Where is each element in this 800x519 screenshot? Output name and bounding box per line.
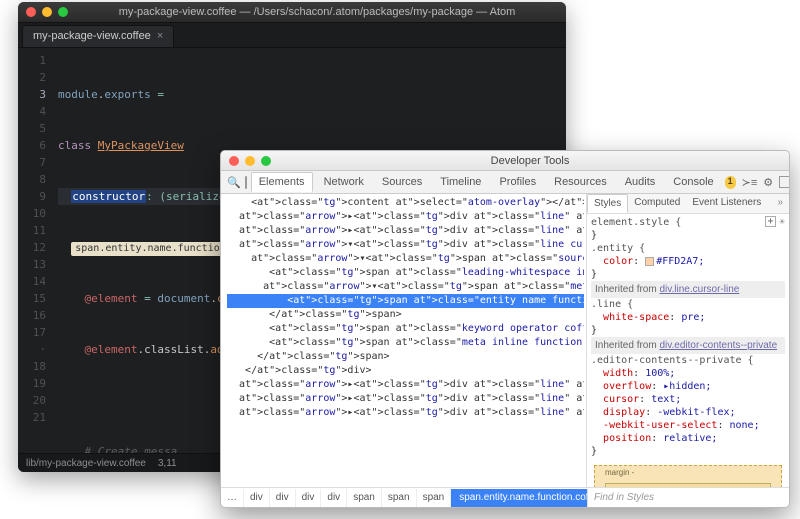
keyword-class: class (58, 139, 98, 152)
dom-tree-line[interactable]: at">class="arrow">▸<at">class="tg">div a… (227, 392, 584, 406)
dom-tree-line[interactable]: <at">class="tg">content at">select="atom… (227, 196, 584, 210)
dom-tree-line[interactable]: at">class="arrow">▸<at">class="tg">div a… (227, 406, 584, 420)
atom-tab-file[interactable]: my-package-view.coffee × (22, 25, 174, 47)
breadcrumb-item[interactable]: div (296, 489, 322, 507)
color-swatch[interactable] (645, 257, 654, 266)
dom-tree-line[interactable]: </at">class="tg">span> (227, 350, 584, 364)
window-close-button[interactable] (229, 156, 239, 166)
dom-tree-line[interactable]: <at">class="tg">span at">class="keyword … (227, 322, 584, 336)
dom-tree-line[interactable]: <at">class="tg">span at">class="leading-… (227, 266, 584, 280)
devtools-footer: …divdivdivdivspanspanspanspan.entity.nam… (221, 487, 789, 507)
window-minimize-button[interactable] (42, 7, 52, 17)
dom-tree-line[interactable]: at">class="arrow">▾<at">class="tg">span … (227, 252, 584, 266)
breadcrumb-item[interactable]: div (270, 489, 296, 507)
window-zoom-button[interactable] (58, 7, 68, 17)
element-breadcrumbs: …divdivdivdivspanspanspanspan.entity.nam… (221, 489, 587, 507)
breadcrumb-item[interactable]: span (382, 489, 417, 507)
close-icon[interactable]: × (157, 30, 163, 42)
dom-tree-line[interactable]: <at">class="tg">span at">class="meta inl… (227, 336, 584, 350)
settings-gear-icon[interactable]: ⚙ (763, 176, 773, 189)
box-model-diagram: margin - border - padding - auto × auto (591, 462, 785, 487)
warning-count-badge[interactable]: 1 (725, 176, 736, 189)
tab-timeline[interactable]: Timeline (433, 173, 488, 191)
dom-tree-line[interactable]: at">class="arrow">▸<at">class="tg">div a… (227, 224, 584, 238)
atom-tab-bar: my-package-view.coffee × (18, 23, 566, 48)
tab-sources[interactable]: Sources (375, 173, 429, 191)
device-icon[interactable] (245, 176, 247, 189)
status-file-path: lib/my-package-view.coffee (26, 458, 146, 469)
atom-tab-label: my-package-view.coffee (33, 30, 151, 42)
devtools-titlebar[interactable]: Developer Tools (221, 151, 789, 171)
elements-panel[interactable]: <at">class="tg">content at">select="atom… (221, 194, 587, 487)
devtools-title: Developer Tools (279, 155, 781, 167)
selected-token: constructor (71, 190, 146, 203)
breadcrumb-item[interactable]: span (417, 489, 452, 507)
tab-console[interactable]: Console (666, 173, 720, 191)
window-close-button[interactable] (26, 7, 36, 17)
styles-tab-listeners[interactable]: Event Listeners (686, 194, 767, 213)
styles-rules[interactable]: element.style { +☀ } .entity { color: #F… (587, 214, 789, 487)
inspect-icon[interactable]: 🔍 (227, 176, 241, 189)
dom-tree-line[interactable]: <at">class="tg">span at">class="entity n… (227, 294, 584, 308)
atom-titlebar[interactable]: my-package-view.coffee — /Users/schacon/… (18, 2, 566, 23)
tab-network[interactable]: Network (317, 173, 371, 191)
styles-more-icon[interactable]: » (771, 194, 789, 213)
styles-tab-styles[interactable]: Styles (587, 194, 628, 213)
inherited-link-cursor-line[interactable]: div.line.cursor-line (659, 284, 739, 295)
tab-profiles[interactable]: Profiles (492, 173, 543, 191)
dom-tree-line[interactable]: </at">class="tg">div> (227, 364, 584, 378)
dock-icon[interactable] (779, 176, 790, 188)
toggle-states-icon[interactable]: ☀ (779, 216, 785, 229)
window-zoom-button[interactable] (261, 156, 271, 166)
status-cursor-position: 3,11 (158, 458, 177, 469)
tab-elements[interactable]: Elements (251, 172, 313, 192)
breadcrumb-item[interactable]: div (321, 489, 347, 507)
window-minimize-button[interactable] (245, 156, 255, 166)
atom-window-title: my-package-view.coffee — /Users/schacon/… (76, 6, 558, 18)
tab-resources[interactable]: Resources (547, 173, 614, 191)
dom-tree-line[interactable]: at">class="arrow">▾<at">class="tg">span … (227, 280, 584, 294)
breadcrumb-item[interactable]: div (244, 489, 270, 507)
new-rule-icon[interactable]: + (765, 216, 776, 227)
devtools-toolbar: 🔍 Elements Network Sources Timeline Prof… (221, 171, 789, 194)
line-number-gutter: 1234 5678 9101112 13141516 17·1819 2021 (18, 48, 54, 453)
find-in-styles-input[interactable]: Find in Styles (587, 489, 789, 507)
styles-panel: Styles Computed Event Listeners » elemen… (587, 194, 789, 487)
breadcrumb-item[interactable]: … (221, 489, 244, 507)
tab-audits[interactable]: Audits (618, 173, 663, 191)
dom-tree-line[interactable]: at">class="arrow">▾<at">class="tg">div a… (227, 238, 584, 252)
drawer-toggle-icon[interactable]: ≻≡ (742, 176, 758, 189)
devtools-window: Developer Tools 🔍 Elements Network Sourc… (220, 150, 790, 508)
styles-tab-computed[interactable]: Computed (628, 194, 686, 213)
dom-tree-line[interactable]: at">class="arrow">▸<at">class="tg">div a… (227, 210, 584, 224)
dom-tree-line[interactable]: </at">class="tg">span> (227, 308, 584, 322)
breadcrumb-item[interactable]: span (347, 489, 382, 507)
breadcrumb-selected[interactable]: span.entity.name.function.coffee (451, 489, 587, 507)
class-name: MyPackageView (98, 139, 184, 152)
dom-tree-line[interactable]: at">class="arrow">▸<at">class="tg">div a… (227, 378, 584, 392)
inherited-link-editor-contents[interactable]: div.editor-contents--private (659, 340, 777, 351)
